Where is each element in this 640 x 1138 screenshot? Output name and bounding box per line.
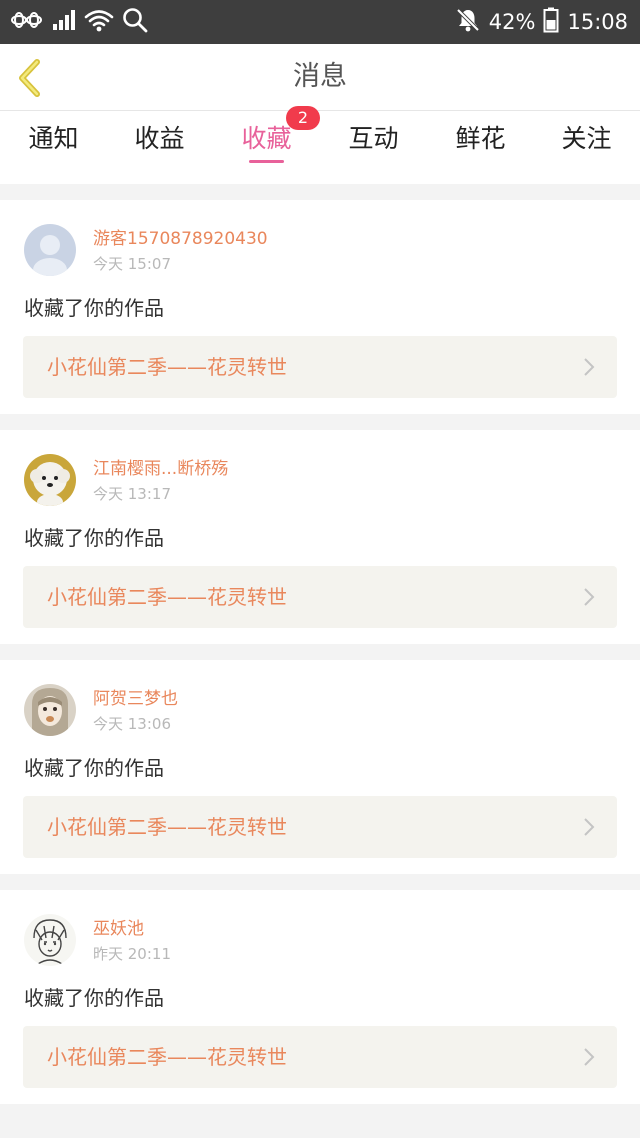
doll-avatar-icon	[24, 684, 76, 736]
action-text: 收藏了你的作品	[24, 756, 164, 780]
tab-notifications[interactable]: 通知	[0, 111, 107, 184]
tab-label: 收益	[134, 124, 185, 153]
unread-badge: 2	[286, 106, 320, 130]
clock: 15:08	[567, 10, 628, 34]
chevron-right-icon	[584, 818, 595, 836]
work-title: 小花仙第二季——花灵转世	[47, 1045, 287, 1069]
tab-bar: 通知 收益 收藏 互动 鲜花 关注	[0, 111, 640, 184]
page-title: 消息	[293, 61, 347, 92]
username[interactable]: 游客1570878920430	[93, 228, 268, 250]
timestamp: 今天 13:06	[93, 715, 171, 733]
tab-earnings[interactable]: 收益	[106, 111, 213, 184]
work-title: 小花仙第二季——花灵转世	[47, 815, 287, 839]
dog-avatar-icon	[24, 454, 76, 506]
action-text: 收藏了你的作品	[24, 296, 164, 320]
action-text: 收藏了你的作品	[24, 526, 164, 550]
work-title: 小花仙第二季——花灵转世	[47, 585, 287, 609]
message-card: 阿贺三梦也 今天 13:06 收藏了你的作品 小花仙第二季——花灵转世	[0, 660, 640, 874]
battery-icon	[543, 7, 559, 37]
tab-label: 通知	[28, 124, 79, 153]
default-avatar-icon	[24, 224, 76, 276]
username[interactable]: 江南樱雨...断桥殇	[93, 458, 228, 480]
tab-label: 鲜花	[455, 124, 506, 153]
work-link[interactable]: 小花仙第二季——花灵转世	[23, 336, 617, 398]
avatar[interactable]	[24, 914, 76, 966]
active-tab-indicator	[249, 160, 284, 163]
work-link[interactable]: 小花仙第二季——花灵转世	[23, 796, 617, 858]
nav-header: 消息	[0, 44, 640, 111]
battery-percent: 42%	[488, 10, 536, 34]
work-title: 小花仙第二季——花灵转世	[47, 355, 287, 379]
message-card: 巫妖池 昨天 20:11 收藏了你的作品 小花仙第二季——花灵转世	[0, 890, 640, 1104]
username[interactable]: 巫妖池	[93, 918, 144, 940]
message-card: 游客1570878920430 今天 15:07 收藏了你的作品 小花仙第二季—…	[0, 200, 640, 414]
tab-label: 互动	[348, 124, 399, 153]
timestamp: 今天 15:07	[93, 255, 171, 273]
username[interactable]: 阿贺三梦也	[93, 688, 178, 710]
timestamp: 昨天 20:11	[93, 945, 171, 963]
tab-flowers[interactable]: 鲜花	[427, 111, 534, 184]
action-text: 收藏了你的作品	[24, 986, 164, 1010]
search-icon	[122, 7, 148, 37]
bell-off-icon	[455, 7, 481, 37]
avatar[interactable]	[24, 454, 76, 506]
chevron-right-icon	[584, 358, 595, 376]
timestamp: 今天 13:17	[93, 485, 171, 503]
message-card: 江南樱雨...断桥殇 今天 13:17 收藏了你的作品 小花仙第二季——花灵转世	[0, 430, 640, 644]
avatar[interactable]	[24, 684, 76, 736]
sketch-avatar-icon	[24, 914, 76, 966]
avatar[interactable]	[24, 224, 76, 276]
signal-icon	[52, 9, 76, 35]
work-link[interactable]: 小花仙第二季——花灵转世	[23, 566, 617, 628]
tab-label: 关注	[561, 124, 612, 153]
chevron-right-icon	[584, 588, 595, 606]
work-link[interactable]: 小花仙第二季——花灵转世	[23, 1026, 617, 1088]
unicom-icon	[10, 9, 44, 35]
wifi-icon	[84, 8, 114, 36]
tab-interactions[interactable]: 互动	[320, 111, 427, 184]
tab-follows[interactable]: 关注	[533, 111, 640, 184]
status-bar: 42% 15:08	[0, 0, 640, 44]
chevron-right-icon	[584, 1048, 595, 1066]
